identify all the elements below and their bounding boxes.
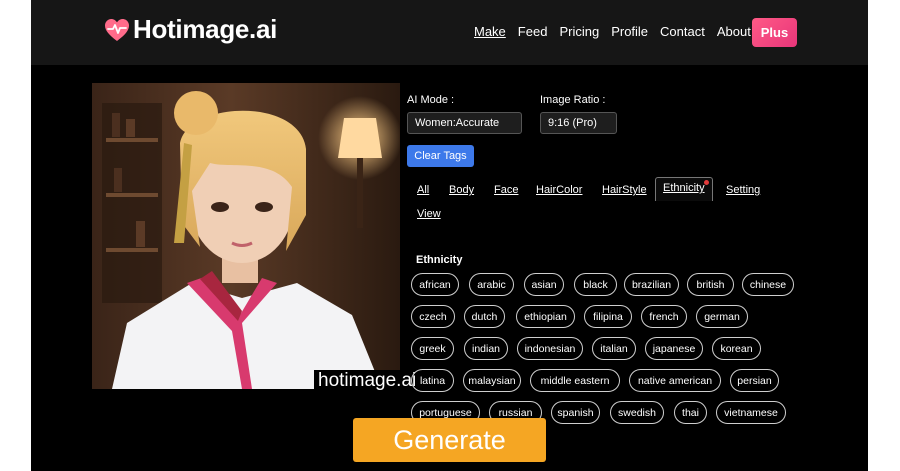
- main-nav: Make Feed Pricing Profile Contact About: [474, 24, 751, 39]
- tag-chip[interactable]: latina: [411, 369, 454, 392]
- app-window: Hotimage.ai Make Feed Pricing Profile Co…: [31, 0, 868, 471]
- nav-make[interactable]: Make: [474, 24, 506, 39]
- top-navigation-bar: Hotimage.ai Make Feed Pricing Profile Co…: [31, 0, 868, 65]
- tab-ethnicity-label: Ethnicity: [663, 182, 705, 194]
- tag-chip[interactable]: japanese: [645, 337, 703, 360]
- image-ratio-select[interactable]: 9:16 (Pro): [540, 112, 617, 134]
- clear-tags-button[interactable]: Clear Tags: [407, 145, 474, 167]
- tag-chip[interactable]: indian: [464, 337, 508, 360]
- section-title-ethnicity: Ethnicity: [416, 254, 463, 266]
- tag-chip[interactable]: italian: [592, 337, 636, 360]
- tab-setting[interactable]: Setting: [726, 184, 760, 196]
- heart-pulse-icon: [105, 18, 129, 41]
- nav-feed[interactable]: Feed: [518, 24, 548, 39]
- tag-chip[interactable]: brazilian: [624, 273, 679, 296]
- nav-pricing[interactable]: Pricing: [559, 24, 599, 39]
- tab-face[interactable]: Face: [494, 184, 518, 196]
- plus-button[interactable]: Plus: [752, 18, 797, 47]
- tab-view[interactable]: View: [417, 208, 441, 220]
- tag-chip[interactable]: filipina: [584, 305, 632, 328]
- tag-chip[interactable]: swedish: [610, 401, 664, 424]
- tag-chip[interactable]: british: [687, 273, 734, 296]
- tag-chip[interactable]: spanish: [551, 401, 600, 424]
- tag-chip[interactable]: greek: [411, 337, 454, 360]
- tag-chip[interactable]: persian: [730, 369, 779, 392]
- tab-ethnicity[interactable]: Ethnicity: [655, 177, 713, 201]
- tab-all[interactable]: All: [417, 184, 429, 196]
- generate-button[interactable]: Generate: [353, 418, 546, 462]
- tab-body[interactable]: Body: [449, 184, 474, 196]
- tag-chip[interactable]: thai: [674, 401, 707, 424]
- generated-image: [92, 83, 400, 389]
- watermark: hotimage.ai: [314, 370, 421, 391]
- tag-chip[interactable]: african: [411, 273, 459, 296]
- tag-chip[interactable]: dutch: [464, 305, 505, 328]
- image-ratio-label: Image Ratio :: [540, 94, 606, 106]
- ai-mode-label: AI Mode :: [407, 94, 455, 106]
- tag-chip[interactable]: french: [641, 305, 687, 328]
- tag-chip[interactable]: korean: [712, 337, 761, 360]
- tag-chip[interactable]: arabic: [469, 273, 514, 296]
- nav-profile[interactable]: Profile: [611, 24, 648, 39]
- tag-chip[interactable]: vietnamese: [716, 401, 786, 424]
- tag-chip[interactable]: chinese: [742, 273, 794, 296]
- notification-dot: [703, 180, 709, 185]
- tag-chip[interactable]: indonesian: [517, 337, 583, 360]
- nav-about[interactable]: About: [717, 24, 751, 39]
- ai-mode-select[interactable]: Women:Accurate: [407, 112, 522, 134]
- tag-chip[interactable]: german: [696, 305, 748, 328]
- tag-chip[interactable]: asian: [524, 273, 564, 296]
- tag-chip[interactable]: black: [574, 273, 617, 296]
- tag-chip[interactable]: malaysian: [463, 369, 521, 392]
- tag-chip[interactable]: ethiopian: [516, 305, 575, 328]
- brand-name: Hotimage.ai: [133, 14, 278, 44]
- tag-chip[interactable]: czech: [411, 305, 455, 328]
- tab-haircolor[interactable]: HairColor: [536, 184, 582, 196]
- logo[interactable]: Hotimage.ai: [104, 14, 277, 45]
- tab-hairstyle[interactable]: HairStyle: [602, 184, 647, 196]
- tag-chip[interactable]: middle eastern: [530, 369, 620, 392]
- tag-chip[interactable]: native american: [629, 369, 721, 392]
- nav-contact[interactable]: Contact: [660, 24, 705, 39]
